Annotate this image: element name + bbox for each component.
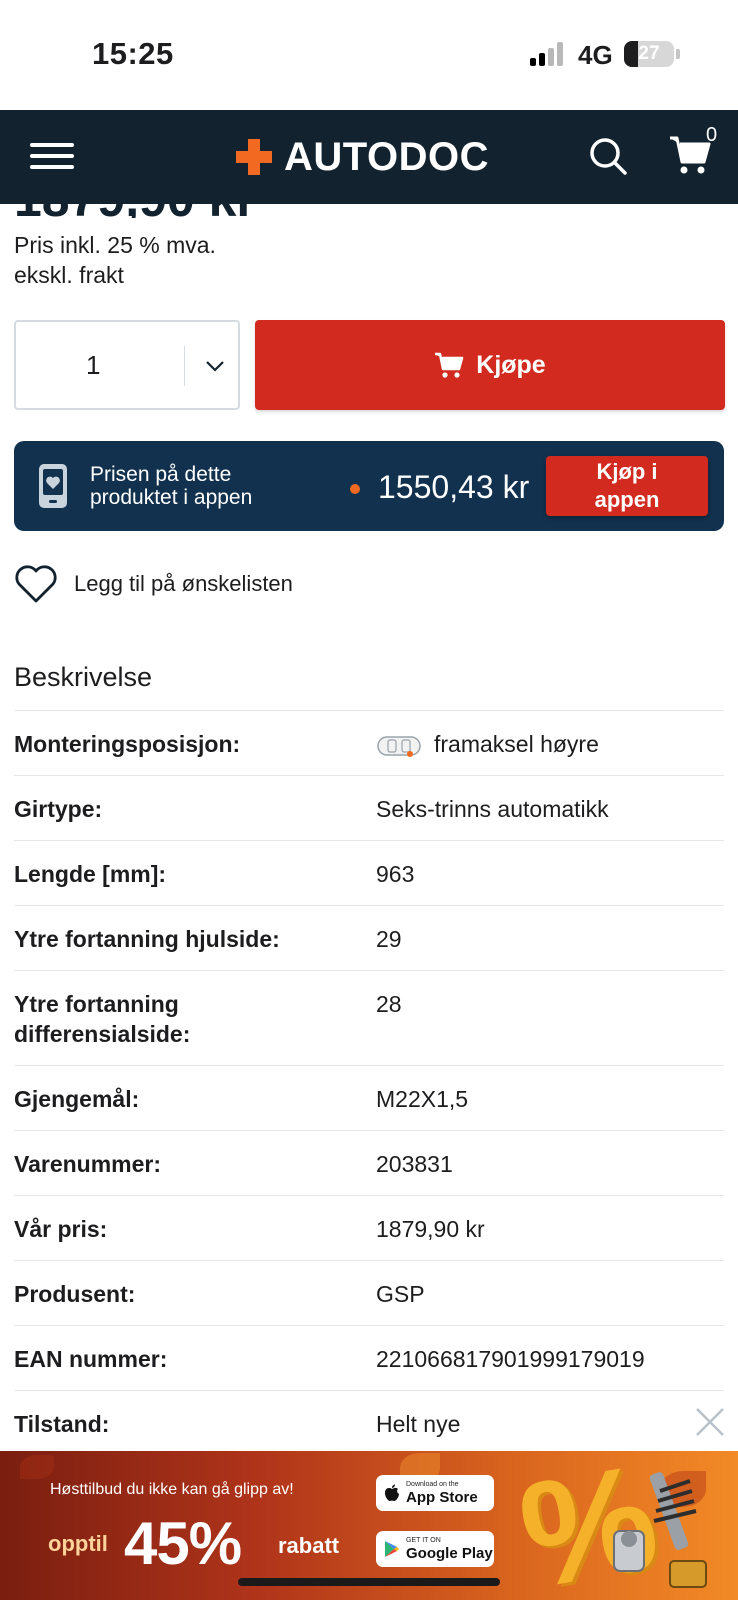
heart-icon xyxy=(15,565,57,603)
table-row: Ytre fortanning hjulside: 29 xyxy=(14,906,724,971)
battery-icon: 27 xyxy=(624,41,674,67)
row-label: Ytre fortanning hjulside: xyxy=(14,926,280,952)
buy-button-label: Kjøpe xyxy=(476,350,546,379)
home-indicator xyxy=(238,1578,500,1586)
row-value: 1879,90 kr xyxy=(376,1216,485,1242)
autodoc-logo[interactable]: AUTODOC xyxy=(236,134,489,180)
row-value: Seks-trinns automatikk xyxy=(376,796,609,822)
battery-tip xyxy=(676,49,680,59)
row-label: Varenummer: xyxy=(14,1151,162,1177)
row-value: 22106681790199917901­9 xyxy=(376,1346,645,1372)
product-price: 1879,90 kr xyxy=(14,204,256,218)
row-value: 203831 xyxy=(376,1151,453,1177)
phone-heart-icon xyxy=(39,464,67,508)
quantity-value: 1 xyxy=(86,350,101,380)
search-icon[interactable] xyxy=(588,136,628,176)
buy-in-app-line1: Kjøp i xyxy=(596,459,658,484)
cart-icon xyxy=(435,352,464,378)
cart-count-badge: 0 xyxy=(706,124,718,146)
table-row: Vår pris: 1879,90 kr xyxy=(14,1196,724,1261)
banner-upto: opptil xyxy=(48,1531,108,1556)
app-price-promo: Prisen på dette produktet i appen 1550,4… xyxy=(14,441,724,531)
description-title: Beskrivelse xyxy=(14,662,153,692)
row-label: Girtype: xyxy=(14,796,103,822)
banner-headline: Høsttilbud du ikke kan gå glipp av! xyxy=(50,1481,294,1498)
row-label: Tilstand: xyxy=(14,1411,110,1437)
row-label: Monteringsposisjon: xyxy=(14,731,241,757)
wishlist-label: Legg til på ønskelisten xyxy=(74,571,293,596)
banner-percent: 45% xyxy=(124,1510,242,1577)
row-value: Helt nye xyxy=(376,1411,461,1437)
description-table: Monteringsposisjon: framaksel høyre Girt… xyxy=(14,710,724,1456)
network-type: 4G xyxy=(578,40,613,70)
row-value: GSP xyxy=(376,1281,425,1307)
quantity-divider xyxy=(184,346,185,386)
quantity-select[interactable]: 1 xyxy=(14,320,240,410)
google-play-icon xyxy=(385,1541,399,1557)
table-row: Produsent: GSP xyxy=(14,1261,724,1326)
buy-in-app-button[interactable]: Kjøp i appen xyxy=(546,456,708,516)
leaf-decoration xyxy=(20,1455,54,1479)
row-label: Produsent: xyxy=(14,1281,136,1307)
row-value: 28 xyxy=(376,991,402,1017)
table-row: Monteringsposisjon: framaksel høyre xyxy=(14,711,724,776)
car-position-icon xyxy=(377,736,421,757)
logo-text: AUTODOC xyxy=(284,134,489,179)
signal-strength-icon xyxy=(530,42,566,66)
table-row: Girtype: Seks-trinns automatikk xyxy=(14,776,724,841)
row-label: Vår pris: xyxy=(14,1216,108,1242)
car-parts-illustration xyxy=(613,1472,707,1588)
buy-button[interactable]: Kjøpe xyxy=(255,320,725,410)
table-row: EAN nummer: 22106681790199917901­9 xyxy=(14,1326,724,1391)
promo-dot xyxy=(350,484,360,494)
google-play-badge[interactable]: GET IT ON Google Play xyxy=(376,1531,494,1567)
price-note: Pris inkl. 25 % mva. ekskl. frakt xyxy=(14,230,216,290)
row-label: EAN nummer: xyxy=(14,1346,168,1372)
logo-plus-icon xyxy=(236,139,272,175)
table-row: Gjengemål: M22X1,5 xyxy=(14,1066,724,1131)
product-price-partial: 1879,90 kr xyxy=(14,204,514,218)
app-store-label: App Store xyxy=(406,1488,478,1506)
app-promo-line2: produktet i appen xyxy=(90,486,253,509)
table-row: Lengde [mm]: 963 xyxy=(14,841,724,906)
table-row: Ytre fortanning differensialside: 28 xyxy=(14,971,724,1066)
app-promo-text: Prisen på dette produktet i appen xyxy=(90,463,252,509)
row-value: framaksel høyre xyxy=(376,729,724,759)
table-row: Tilstand: Helt nye xyxy=(14,1391,724,1456)
price-shipping-note: ekskl. frakt xyxy=(14,262,124,288)
battery-level: 27 xyxy=(638,43,660,64)
row-value: M22X1,5 xyxy=(376,1086,469,1112)
apple-icon xyxy=(385,1484,399,1501)
app-promo-line1: Prisen på dette xyxy=(90,463,232,486)
row-value: 963 xyxy=(376,861,415,887)
price-vat-note: Pris inkl. 25 % mva. xyxy=(14,232,216,258)
row-label: Lengde [mm]: xyxy=(14,861,167,887)
buy-in-app-line2: appen xyxy=(594,487,660,512)
row-value: 29 xyxy=(376,926,402,952)
status-time: 15:25 xyxy=(92,36,174,71)
row-value-text: framaksel høyre xyxy=(434,731,599,757)
google-play-label: Google Play xyxy=(406,1544,493,1562)
app-store-badge[interactable]: Download on the App Store xyxy=(376,1475,494,1511)
app-price: 1550,43 kr xyxy=(378,469,530,505)
menu-icon[interactable] xyxy=(30,137,76,175)
banner-rabatt: rabatt xyxy=(278,1533,340,1558)
close-icon[interactable] xyxy=(694,1406,726,1438)
google-play-small: GET IT ON xyxy=(406,1536,441,1544)
app-store-small: Download on the xyxy=(406,1480,459,1488)
site-header: AUTODOC 0 xyxy=(0,110,738,204)
chevron-down-icon xyxy=(206,361,224,372)
row-label: Ytre fortanning differensialside: xyxy=(14,991,191,1047)
row-label: Gjengemål: xyxy=(14,1086,140,1112)
status-bar: 15:25 4G 27 xyxy=(0,0,738,110)
add-to-wishlist[interactable]: Legg til på ønskelisten xyxy=(14,562,293,606)
table-row: Varenummer: 203831 xyxy=(14,1131,724,1196)
